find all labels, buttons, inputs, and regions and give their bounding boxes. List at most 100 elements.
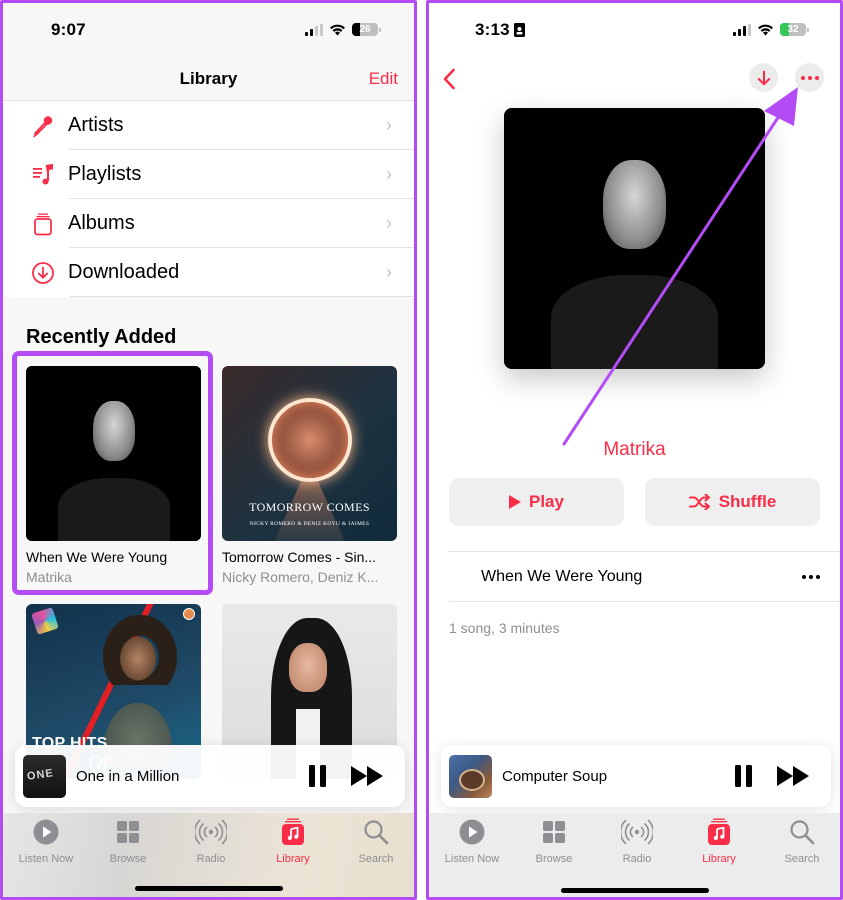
track-more-button[interactable] [802, 574, 820, 579]
mini-player[interactable]: One in a Million [15, 745, 405, 807]
tab-label: Search [358, 853, 394, 865]
tab-library[interactable]: Library [253, 818, 333, 865]
tab-library[interactable]: Library [679, 818, 759, 865]
library-item-playlists[interactable]: Playlists › [3, 150, 414, 199]
skip-forward-button[interactable] [775, 758, 811, 794]
recently-added-heading: Recently Added [26, 326, 177, 348]
home-indicator[interactable] [560, 888, 709, 893]
pause-icon [734, 765, 752, 787]
play-label: Play [529, 492, 564, 511]
battery-level: 32 [787, 24, 799, 35]
tab-listen-now[interactable]: Listen Now [6, 818, 86, 865]
status-bar: 3:13 32 [429, 3, 840, 61]
tab-radio[interactable]: Radio [597, 818, 677, 865]
library-item-label: Playlists [68, 163, 142, 185]
battery-level: 26 [359, 24, 371, 35]
page-title: Library [179, 69, 238, 88]
battery-icon: 26 [352, 23, 378, 36]
library-item-label: Artists [68, 114, 124, 136]
cellular-signal-icon [733, 23, 751, 36]
library-icon [281, 818, 305, 846]
pause-button[interactable] [725, 758, 761, 794]
album-card-when-we-were-young[interactable]: When We Were Young Matrika [26, 366, 201, 585]
fast-forward-icon [777, 766, 809, 786]
left-phone-screen: 9:07 26 Library Edit Artists › Playlists… [0, 0, 417, 900]
tab-label: Browse [535, 853, 573, 865]
annotation-arrow-head [764, 87, 798, 126]
pause-button[interactable] [299, 758, 335, 794]
tab-listen-now[interactable]: Listen Now [432, 818, 512, 865]
arrow-down-icon [757, 70, 770, 85]
library-item-artists[interactable]: Artists › [3, 101, 414, 150]
ellipsis-icon [800, 75, 819, 80]
artist-badge-icon [183, 608, 195, 620]
grid-icon [542, 818, 566, 846]
brand-logo-icon [31, 607, 59, 635]
play-icon [509, 495, 521, 509]
skip-forward-button[interactable] [349, 758, 385, 794]
tab-search[interactable]: Search [336, 818, 414, 865]
cellular-signal-icon [305, 23, 323, 36]
album-title: Tomorrow Comes - Sin... [222, 549, 377, 565]
status-time: 3:13 [475, 20, 510, 39]
play-circle-icon [33, 818, 59, 846]
library-item-albums[interactable]: Albums › [3, 199, 414, 248]
library-item-label: Albums [68, 212, 135, 234]
tab-bar: Listen Now Browse Radio Library Search [3, 813, 414, 897]
shuffle-icon [688, 494, 710, 510]
tab-browse[interactable]: Browse [514, 818, 594, 865]
play-circle-icon [459, 818, 485, 846]
wifi-icon [758, 24, 773, 35]
track-title: When We Were Young [481, 567, 643, 585]
album-card-tomorrow-comes[interactable]: TOMORROW COMES NICKY ROMERO & DENIZ KOYU… [222, 366, 397, 585]
more-options-button[interactable] [795, 63, 824, 92]
tab-label: Radio [196, 853, 226, 865]
chevron-left-icon [443, 68, 455, 90]
album-artist: Nicky Romero, Deniz K... [222, 569, 379, 585]
album-summary: 1 song, 3 minutes [449, 620, 560, 636]
mini-player-title: One in a Million [76, 767, 180, 785]
album-title: When We Were Young [26, 549, 168, 565]
shuffle-button[interactable]: Shuffle [645, 478, 820, 526]
album-stack-icon [25, 212, 61, 236]
chevron-right-icon: › [386, 262, 392, 282]
play-button[interactable]: Play [449, 478, 624, 526]
download-button[interactable] [749, 63, 778, 92]
album-artist: Matrika [26, 569, 72, 585]
library-item-downloaded[interactable]: Downloaded › [3, 248, 414, 297]
mini-player-title: Computer Soup [502, 767, 608, 785]
tab-label: Listen Now [444, 853, 500, 865]
wifi-icon [330, 24, 345, 35]
shuffle-label: Shuffle [718, 492, 777, 511]
track-row[interactable]: When We Were Young [449, 551, 840, 602]
search-icon [789, 818, 815, 846]
fast-forward-icon [351, 766, 383, 786]
right-phone-screen: 3:13 32 Matrika Play Shuffle When We Wer… [426, 0, 843, 900]
mini-player[interactable]: Computer Soup [441, 745, 831, 807]
artwork-subtitle-text: NICKY ROMERO & DENIZ KOYU & JAIMES [249, 521, 370, 527]
artwork-title-text: TOMORROW COMES [249, 500, 370, 514]
radio-waves-icon [621, 818, 653, 846]
home-indicator[interactable] [134, 886, 283, 891]
tab-search[interactable]: Search [762, 818, 840, 865]
battery-charging-icon: 32 [780, 23, 806, 36]
library-item-label: Downloaded [68, 261, 180, 283]
status-bar: 9:07 26 [3, 3, 414, 61]
back-button[interactable] [437, 65, 461, 93]
library-header: Library Edit [3, 61, 414, 101]
tab-label: Library [276, 853, 310, 865]
tab-browse[interactable]: Browse [88, 818, 168, 865]
search-icon [363, 818, 389, 846]
tab-label: Search [784, 853, 820, 865]
tab-radio[interactable]: Radio [171, 818, 251, 865]
album-artwork [26, 366, 201, 541]
album-artwork-large [504, 108, 765, 369]
edit-button[interactable]: Edit [369, 69, 398, 89]
library-icon [707, 818, 731, 846]
chevron-right-icon: › [386, 164, 392, 184]
grid-icon [116, 818, 140, 846]
mini-player-artwork [449, 754, 492, 798]
album-artist-link[interactable]: Matrika [429, 439, 840, 461]
download-circle-icon [25, 261, 61, 285]
chevron-right-icon: › [386, 213, 392, 233]
